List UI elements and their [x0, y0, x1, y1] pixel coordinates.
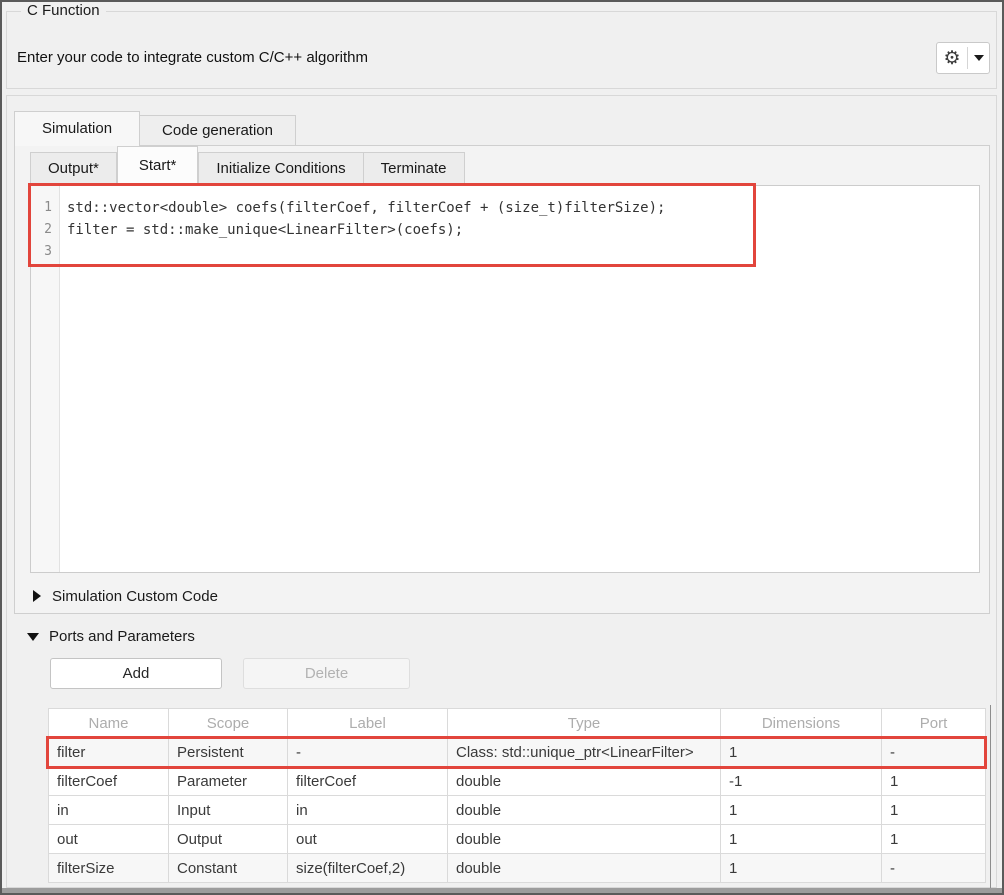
ports-and-parameters-section[interactable]: Ports and Parameters	[27, 628, 195, 645]
code-line[interactable]: std::vector<double> coefs(filterCoef, fi…	[67, 197, 979, 219]
cell-port[interactable]: 1	[882, 796, 986, 825]
add-button[interactable]: Add	[50, 658, 222, 689]
gear-icon[interactable]: ⚙	[937, 43, 967, 73]
expanded-arrow-icon	[27, 633, 39, 641]
cell-scope[interactable]: Output	[169, 825, 288, 854]
tab-code-generation[interactable]: Code generation	[140, 115, 296, 146]
cell-name[interactable]: out	[49, 825, 169, 854]
cell-type[interactable]: double	[448, 854, 721, 883]
cell-name[interactable]: filterSize	[49, 854, 169, 883]
tab-output[interactable]: Output*	[30, 152, 117, 185]
code-editor[interactable]: 1 2 3 std::vector<double> coefs(filterCo…	[30, 185, 980, 573]
tab-terminate[interactable]: Terminate	[364, 152, 465, 185]
line-number: 1	[31, 197, 59, 219]
cell-port[interactable]: 1	[882, 767, 986, 796]
collapsed-arrow-icon	[33, 590, 41, 602]
cell-type[interactable]: double	[448, 767, 721, 796]
cell-label[interactable]: filterCoef	[288, 767, 448, 796]
cell-dimensions[interactable]: -1	[721, 767, 882, 796]
column-header-name: Name	[49, 709, 169, 738]
column-header-port: Port	[882, 709, 986, 738]
cell-type[interactable]: Class: std::unique_ptr<LinearFilter>	[448, 738, 721, 767]
simulation-custom-code-section[interactable]: Simulation Custom Code	[15, 579, 989, 613]
cell-dimensions[interactable]: 1	[721, 854, 882, 883]
code-text-area[interactable]: std::vector<double> coefs(filterCoef, fi…	[60, 186, 979, 572]
code-line[interactable]: filter = std::make_unique<LinearFilter>(…	[67, 219, 979, 241]
cell-label[interactable]: -	[288, 738, 448, 767]
cell-dimensions[interactable]: 1	[721, 825, 882, 854]
cell-scope[interactable]: Input	[169, 796, 288, 825]
settings-split-button[interactable]: ⚙	[936, 42, 990, 74]
tab-start[interactable]: Start*	[117, 146, 199, 185]
column-header-scope: Scope	[169, 709, 288, 738]
cell-name[interactable]: in	[49, 796, 169, 825]
dialog-description: Enter your code to integrate custom C/C+…	[17, 49, 368, 66]
cell-label[interactable]: size(filterCoef,2)	[288, 854, 448, 883]
cell-name[interactable]: filterCoef	[49, 767, 169, 796]
cell-port[interactable]: -	[882, 854, 986, 883]
cell-port[interactable]: 1	[882, 825, 986, 854]
main-tab-bar: Simulation Code generation	[14, 111, 296, 146]
cell-dimensions[interactable]: 1	[721, 738, 882, 767]
header-group-box: C Function Enter your code to integrate …	[6, 11, 997, 89]
section-label: Simulation Custom Code	[52, 588, 218, 605]
line-number: 3	[31, 241, 59, 263]
cell-scope[interactable]: Constant	[169, 854, 288, 883]
cell-type[interactable]: double	[448, 796, 721, 825]
delete-button[interactable]: Delete	[243, 658, 410, 689]
cell-dimensions[interactable]: 1	[721, 796, 882, 825]
table-row-in[interactable]: in Input in double 1 1	[49, 796, 986, 825]
column-header-type: Type	[448, 709, 721, 738]
table-scrollbar[interactable]	[990, 705, 991, 888]
chevron-down-icon	[974, 55, 984, 61]
cell-port[interactable]: -	[882, 738, 986, 767]
cell-label[interactable]: in	[288, 796, 448, 825]
cell-scope[interactable]: Persistent	[169, 738, 288, 767]
tab-simulation[interactable]: Simulation	[14, 111, 140, 146]
column-header-dimensions: Dimensions	[721, 709, 882, 738]
column-header-label: Label	[288, 709, 448, 738]
section-label: Ports and Parameters	[49, 628, 195, 645]
table-row-filtercoef[interactable]: filterCoef Parameter filterCoef double -…	[49, 767, 986, 796]
cell-scope[interactable]: Parameter	[169, 767, 288, 796]
page-title: C Function	[21, 2, 106, 19]
code-section-tab-bar: Output* Start* Initialize Conditions Ter…	[30, 146, 465, 185]
line-number: 2	[31, 219, 59, 241]
table-row-filter[interactable]: filter Persistent - Class: std::unique_p…	[49, 738, 986, 767]
cell-name[interactable]: filter	[49, 738, 169, 767]
c-function-dialog: C Function Enter your code to integrate …	[0, 0, 1004, 895]
ports-parameters-table: Name Scope Label Type Dimensions Port fi…	[48, 708, 986, 883]
cell-label[interactable]: out	[288, 825, 448, 854]
table-row-out[interactable]: out Output out double 1 1	[49, 825, 986, 854]
line-number-gutter: 1 2 3	[31, 186, 60, 572]
table-header-row: Name Scope Label Type Dimensions Port	[49, 709, 986, 738]
table-row-filtersize[interactable]: filterSize Constant size(filterCoef,2) d…	[49, 854, 986, 883]
settings-dropdown-button[interactable]	[968, 43, 989, 73]
tab-initialize-conditions[interactable]: Initialize Conditions	[198, 152, 363, 185]
cell-type[interactable]: double	[448, 825, 721, 854]
